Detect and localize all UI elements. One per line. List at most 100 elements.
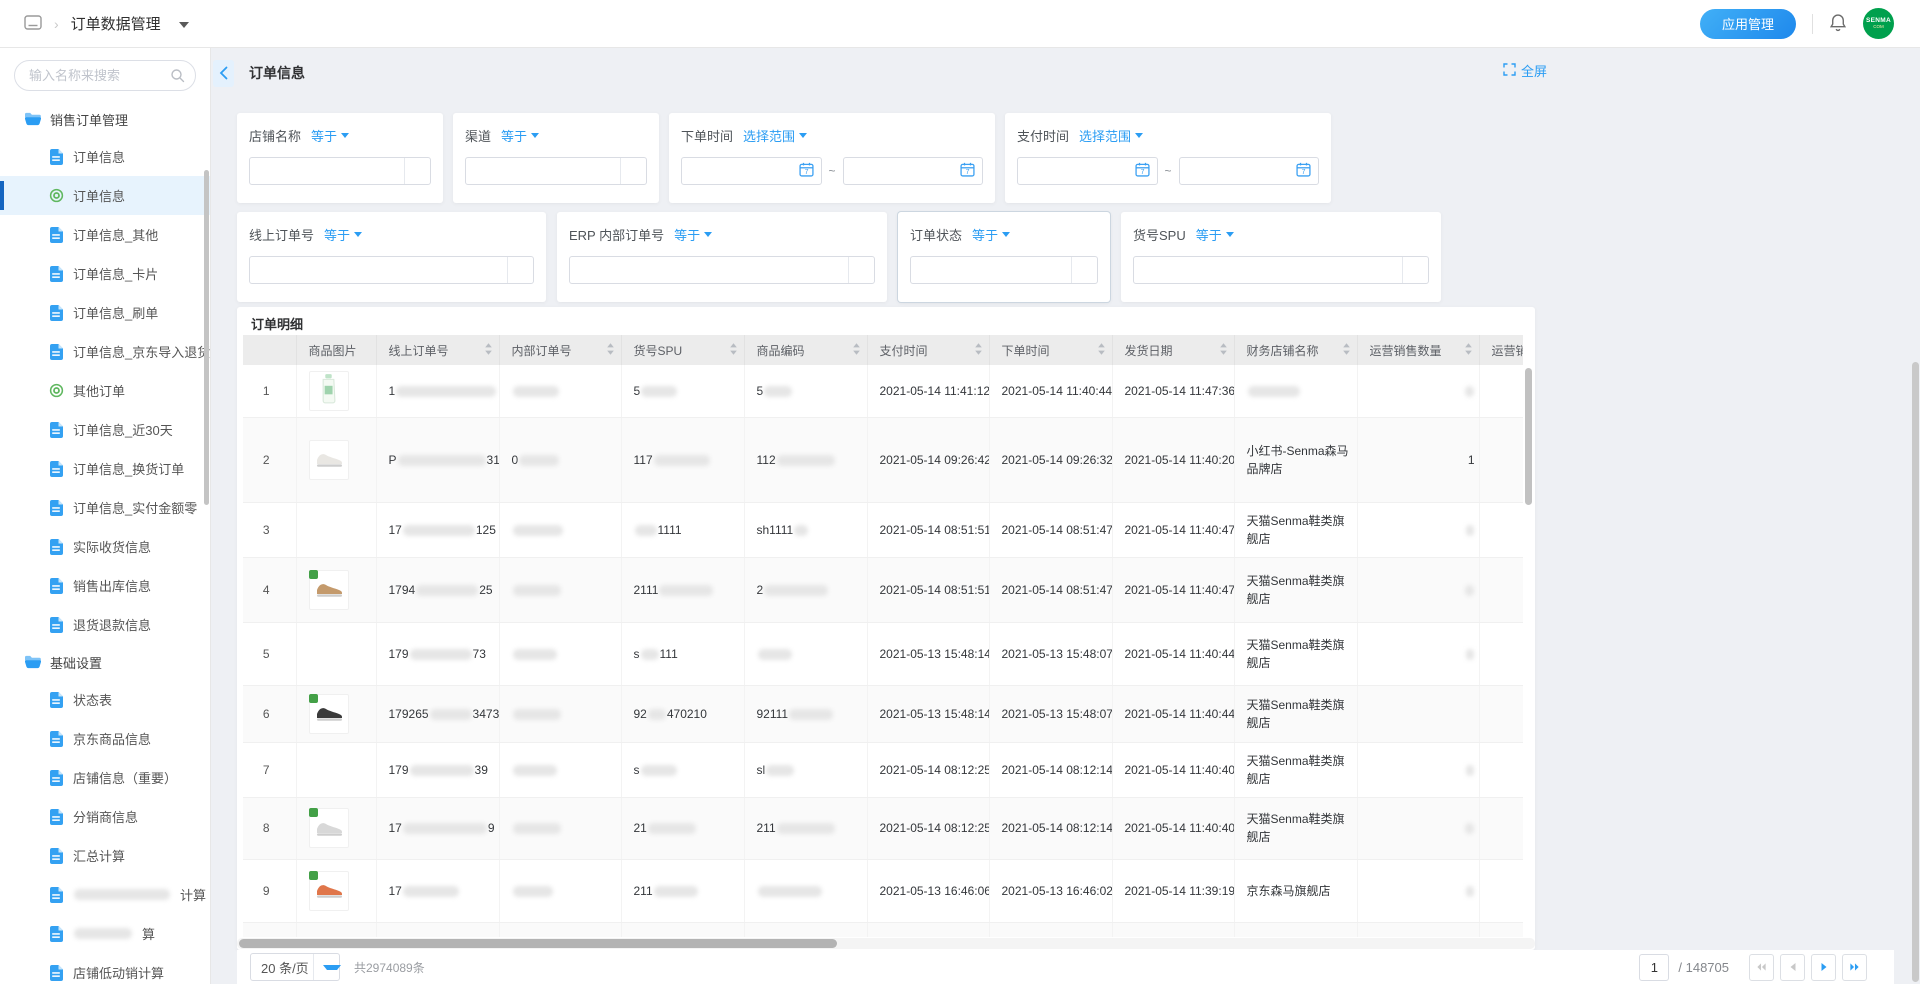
column-header-下单时间[interactable]: 下单时间	[989, 335, 1112, 365]
sidebar-item[interactable]: 状态表	[0, 680, 210, 719]
sidebar-item[interactable]: 计算	[0, 875, 210, 914]
filter-operator[interactable]: 选择范围	[743, 126, 807, 145]
window-scrollbar[interactable]	[1912, 362, 1919, 982]
table-horizontal-scrollbar[interactable]	[239, 939, 837, 948]
filter-select[interactable]	[465, 157, 647, 185]
table-vertical-scrollbar[interactable]	[1525, 368, 1532, 505]
date-input[interactable]: 7	[843, 157, 984, 185]
sidebar-item[interactable]: 分销商信息	[0, 797, 210, 836]
table-row[interactable]: 6179265347392470210921112021-05-13 15:48…	[243, 685, 1523, 742]
search-input[interactable]	[14, 60, 196, 91]
date-input[interactable]: 7	[1179, 157, 1320, 185]
sidebar-item[interactable]: 销售出库信息	[0, 566, 210, 605]
product-image[interactable]	[309, 570, 349, 610]
sidebar-item[interactable]: 订单信息_刷单	[0, 293, 210, 332]
filter-operator[interactable]: 等于	[311, 126, 349, 145]
filter-operator[interactable]: 等于	[501, 126, 539, 145]
date-input[interactable]: 7	[681, 157, 822, 185]
sort-icon[interactable]	[606, 342, 615, 359]
fullscreen-button[interactable]: 全屏	[1503, 61, 1547, 80]
product-image[interactable]	[309, 694, 349, 734]
sort-icon[interactable]	[1342, 342, 1351, 359]
document-icon	[48, 500, 64, 516]
chevron-down-icon	[1071, 257, 1097, 283]
promo-badge	[309, 808, 318, 817]
sidebar-item[interactable]: 其他订单	[0, 371, 210, 410]
next-page-button[interactable]	[1811, 954, 1836, 981]
table-row[interactable]	[243, 922, 1523, 937]
sidebar-item[interactable]: 店铺信息（重要）	[0, 758, 210, 797]
table-row[interactable]: 9172112021-05-13 16:46:062021-05-13 16:4…	[243, 859, 1523, 922]
sidebar-group-1[interactable]: 销售订单管理	[0, 101, 210, 137]
sidebar-item[interactable]: 订单信息_卡片	[0, 254, 210, 293]
sort-icon[interactable]	[1464, 342, 1473, 359]
column-header-运营销售数量[interactable]: 运营销售数量	[1357, 335, 1479, 365]
filter-operator[interactable]: 等于	[324, 225, 362, 244]
column-label: 商品图片	[309, 342, 357, 359]
sort-icon[interactable]	[484, 342, 493, 359]
column-header-运营销售金额[interactable]: 运营销售金额	[1479, 335, 1523, 365]
column-header-货号SPU[interactable]: 货号SPU	[621, 335, 744, 365]
product-image[interactable]	[309, 371, 349, 411]
filter-operator[interactable]: 等于	[1196, 225, 1234, 244]
sidebar-scrollbar[interactable]	[204, 170, 209, 505]
product-image[interactable]	[309, 871, 349, 911]
sidebar-item[interactable]: 订单信息_换货订单	[0, 449, 210, 488]
table-row[interactable]: 517973s1112021-05-13 15:48:142021-05-13 …	[243, 622, 1523, 685]
filter-select[interactable]	[1133, 256, 1429, 284]
sidebar-item[interactable]: 汇总计算	[0, 836, 210, 875]
first-page-button[interactable]	[1749, 954, 1774, 981]
product-image[interactable]	[309, 808, 349, 848]
column-header-发货日期[interactable]: 发货日期	[1112, 335, 1234, 365]
sidebar-item[interactable]: 退货退款信息	[0, 605, 210, 644]
app-manage-button[interactable]: 应用管理	[1700, 9, 1796, 39]
column-header-内部订单号[interactable]: 内部订单号	[499, 335, 621, 365]
document-icon	[48, 887, 64, 903]
column-header-线上订单号[interactable]: 线上订单号	[376, 335, 499, 365]
table-row[interactable]: 4179425211122021-05-14 08:51:512021-05-1…	[243, 557, 1523, 622]
sort-icon[interactable]	[852, 342, 861, 359]
filter-select[interactable]	[910, 256, 1098, 284]
back-button[interactable]	[213, 60, 234, 87]
last-page-button[interactable]	[1842, 954, 1867, 981]
title-dropdown[interactable]	[173, 16, 189, 31]
product-image[interactable]	[309, 440, 349, 480]
filter-operator[interactable]: 等于	[674, 225, 712, 244]
filter-select[interactable]	[249, 256, 534, 284]
column-header-财务店铺名称[interactable]: 财务店铺名称	[1234, 335, 1357, 365]
cell-text: 17	[389, 821, 402, 835]
filter-operator[interactable]: 选择范围	[1079, 126, 1143, 145]
sort-icon[interactable]	[729, 342, 738, 359]
sidebar-item[interactable]: 实际收货信息	[0, 527, 210, 566]
table-row[interactable]: 3171251111sh11112021-05-14 08:51:512021-…	[243, 502, 1523, 557]
sort-icon[interactable]	[974, 342, 983, 359]
sidebar-item[interactable]: 店铺低动销计算	[0, 953, 210, 984]
sort-icon[interactable]	[1219, 342, 1228, 359]
column-header-商品编码[interactable]: 商品编码	[744, 335, 867, 365]
bell-icon[interactable]	[1829, 13, 1847, 35]
column-header-支付时间[interactable]: 支付时间	[867, 335, 989, 365]
table-row[interactable]: 717939ssl2021-05-14 08:12:252021-05-14 0…	[243, 742, 1523, 797]
avatar[interactable]: SENMA COM	[1863, 8, 1894, 39]
sidebar-item[interactable]: 算	[0, 914, 210, 953]
table-row[interactable]: 11552021-05-14 11:41:122021-05-14 11:40:…	[243, 365, 1523, 417]
table-row[interactable]: 2P3101171122021-05-14 09:26:422021-05-14…	[243, 417, 1523, 502]
previous-page-button[interactable]	[1780, 954, 1805, 981]
current-page-input[interactable]	[1639, 954, 1669, 981]
date-input[interactable]: 7	[1017, 157, 1158, 185]
sidebar-item[interactable]: 订单信息	[0, 176, 210, 215]
filter-operator[interactable]: 等于	[972, 225, 1010, 244]
filter-select[interactable]	[249, 157, 431, 185]
sidebar-item[interactable]: 订单信息_京东导入退货	[0, 332, 210, 371]
filter-select[interactable]	[569, 256, 875, 284]
sort-icon[interactable]	[1097, 342, 1106, 359]
page-size-select[interactable]: 20 条/页	[250, 953, 340, 981]
window-icon[interactable]	[24, 15, 42, 33]
sidebar-item[interactable]: 订单信息	[0, 137, 210, 176]
sidebar-item[interactable]: 订单信息_其他	[0, 215, 210, 254]
sidebar-item[interactable]: 京东商品信息	[0, 719, 210, 758]
sidebar-item[interactable]: 订单信息_实付金额零	[0, 488, 210, 527]
sidebar-group-2[interactable]: 基础设置	[0, 644, 210, 680]
sidebar-item[interactable]: 订单信息_近30天	[0, 410, 210, 449]
table-row[interactable]: 8179212112021-05-14 08:12:252021-05-14 0…	[243, 797, 1523, 859]
